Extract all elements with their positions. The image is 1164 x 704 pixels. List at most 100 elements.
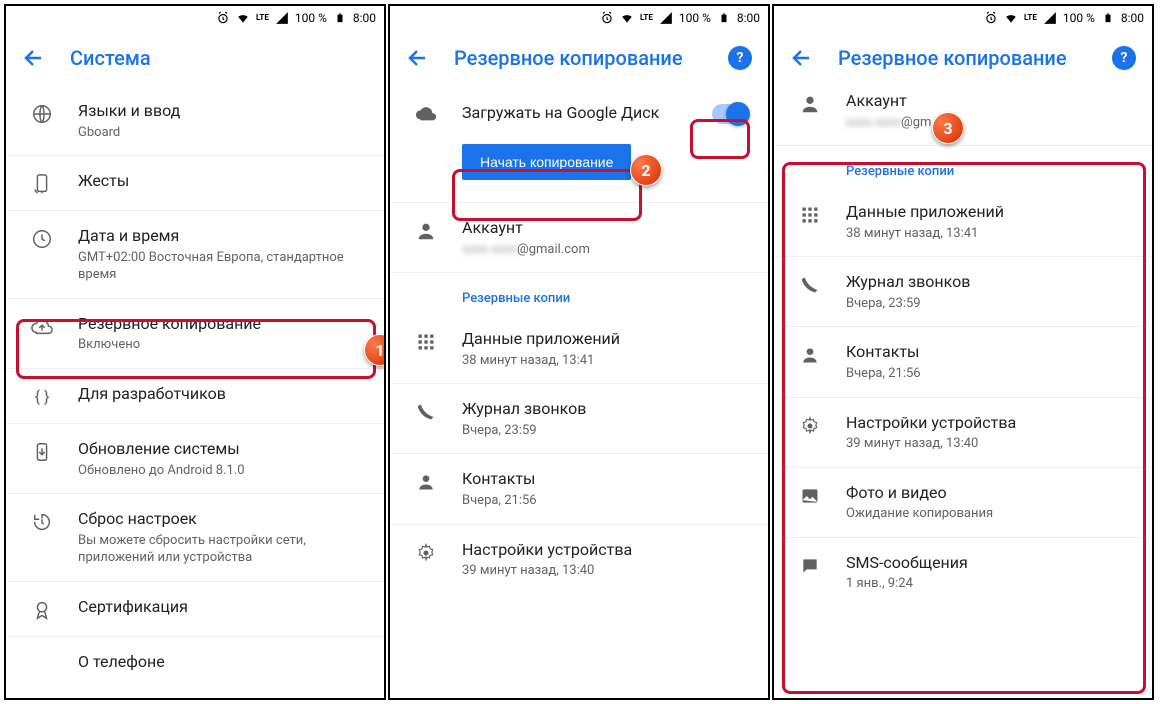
item-account[interactable]: Аккаунт xxxx.xxxx@gmail.com bbox=[390, 203, 768, 273]
item-device-settings[interactable]: Настройки устройства39 минут назад, 13:4… bbox=[390, 525, 768, 594]
gear-icon bbox=[798, 414, 822, 438]
status-time: 8:00 bbox=[1121, 11, 1144, 25]
network-lte: LTE bbox=[1024, 15, 1037, 21]
battery-percent: 100 % bbox=[295, 11, 327, 25]
signal-icon bbox=[275, 11, 289, 25]
start-backup-row: Начать копирование bbox=[390, 140, 768, 203]
item-certification[interactable]: Сертификация bbox=[6, 582, 384, 637]
app-bar: Резервное копирование ? bbox=[774, 30, 1152, 86]
alarm-icon bbox=[984, 11, 998, 25]
wifi-icon bbox=[620, 11, 634, 25]
backups-section-header: Резервные копии bbox=[774, 146, 1152, 187]
item-device-settings[interactable]: Настройки устройства39 минут назад, 13:4… bbox=[774, 398, 1152, 468]
item-system-update[interactable]: Обновление системы Обновлено до Android 8… bbox=[6, 424, 384, 494]
page-title: Резервное копирование bbox=[838, 46, 1088, 70]
item-contacts[interactable]: Контакты Вчера, 21:56 bbox=[774, 327, 1152, 397]
item-subtitle: 38 минут назад, 13:41 bbox=[462, 352, 752, 370]
signal-icon bbox=[1043, 11, 1057, 25]
item-about-phone[interactable]: О телефоне bbox=[6, 637, 384, 687]
status-time: 8:00 bbox=[737, 11, 760, 25]
item-title: SMS-сообщения bbox=[846, 552, 1136, 574]
item-title: Сброс настроек bbox=[78, 508, 368, 530]
award-icon bbox=[30, 598, 54, 622]
item-gestures[interactable]: Жесты bbox=[6, 156, 384, 211]
item-contacts[interactable]: КонтактыВчера, 21:56 bbox=[390, 454, 768, 524]
item-upload-toggle-row: Загружать на Google Диск bbox=[390, 86, 768, 140]
item-call-log[interactable]: Журнал звонков Вчера, 23:59 bbox=[390, 384, 768, 454]
item-backup[interactable]: Резервное копированиеВключено bbox=[6, 299, 384, 369]
account-label: Аккаунт bbox=[462, 217, 752, 239]
battery-icon bbox=[717, 11, 731, 25]
item-sms[interactable]: SMS-сообщения1 янв., 9:24 bbox=[774, 538, 1152, 607]
battery-icon bbox=[1101, 11, 1115, 25]
item-subtitle: 39 минут назад, 13:40 bbox=[462, 562, 752, 580]
system-update-icon bbox=[30, 440, 54, 464]
item-title: Языки и ввод bbox=[78, 100, 368, 122]
battery-percent: 100 % bbox=[679, 11, 711, 25]
cloud-upload-icon bbox=[30, 315, 54, 339]
alarm-icon bbox=[216, 11, 230, 25]
wifi-icon bbox=[1004, 11, 1018, 25]
item-app-data[interactable]: Данные приложений38 минут назад, 13:41 bbox=[390, 314, 768, 384]
restore-icon bbox=[30, 510, 54, 534]
upload-label: Загружать на Google Диск bbox=[462, 102, 712, 124]
item-call-log[interactable]: Журнал звонковВчера, 23:59 bbox=[774, 257, 1152, 327]
account-label: Аккаунт bbox=[846, 90, 1136, 112]
message-icon bbox=[798, 554, 822, 578]
item-subtitle: GMT+02:00 Восточная Европа, стандартное … bbox=[78, 249, 368, 284]
item-date-time[interactable]: Дата и времяGMT+02:00 Восточная Европа, … bbox=[6, 211, 384, 299]
help-icon[interactable]: ? bbox=[728, 46, 752, 70]
network-lte: LTE bbox=[256, 15, 269, 21]
image-icon bbox=[798, 484, 822, 508]
item-developer[interactable]: { } Для разработчиков bbox=[6, 369, 384, 424]
phone-screen-1: LTE 100 % 8:00 Система Языки и вводGboar… bbox=[4, 4, 386, 700]
item-subtitle: Gboard bbox=[78, 124, 368, 142]
item-title: Обновление системы bbox=[78, 438, 368, 460]
account-email: xxxx.xxxx@gm bbox=[846, 114, 1136, 132]
item-title: Настройки устройства bbox=[462, 539, 752, 561]
item-language-input[interactable]: Языки и ввод Gboard bbox=[6, 86, 384, 156]
page-title: Система bbox=[70, 46, 368, 70]
item-title: Журнал звонков bbox=[846, 271, 1136, 293]
back-arrow-icon[interactable] bbox=[22, 46, 46, 70]
battery-percent: 100 % bbox=[1063, 11, 1095, 25]
person-icon bbox=[414, 470, 438, 494]
cloud-icon bbox=[414, 102, 438, 126]
person-icon bbox=[798, 343, 822, 367]
item-reset[interactable]: Сброс настроекВы можете сбросить настрой… bbox=[6, 494, 384, 582]
battery-icon bbox=[333, 11, 347, 25]
item-title: Жесты bbox=[78, 170, 368, 192]
status-bar: LTE 100 % 8:00 bbox=[774, 6, 1152, 30]
item-title: Резервное копирование bbox=[78, 313, 368, 335]
alarm-icon bbox=[600, 11, 614, 25]
start-backup-button[interactable]: Начать копирование bbox=[462, 144, 631, 180]
item-title: Дата и время bbox=[78, 225, 368, 247]
item-title: Сертификация bbox=[78, 596, 368, 618]
gesture-icon bbox=[30, 172, 54, 196]
item-title: Настройки устройства bbox=[846, 412, 1136, 434]
item-app-data[interactable]: Данные приложений38 минут назад, 13:41 bbox=[774, 187, 1152, 257]
phone-screen-2: LTE 100 % 8:00 Резервное копирование ? З… bbox=[388, 4, 770, 700]
item-title: Журнал звонков bbox=[462, 398, 752, 420]
item-subtitle: 39 минут назад, 13:40 bbox=[846, 435, 1136, 453]
back-arrow-icon[interactable] bbox=[790, 46, 814, 70]
item-title: Контакты bbox=[846, 341, 1136, 363]
account-email: xxxx.xxxx@gmail.com bbox=[462, 241, 752, 259]
item-subtitle: Вы можете сбросить настройки сети, прило… bbox=[78, 532, 368, 567]
upload-toggle[interactable] bbox=[712, 104, 748, 124]
phone-screen-3: LTE 100 % 8:00 Резервное копирование ? А… bbox=[772, 4, 1154, 700]
item-photos-video[interactable]: Фото и видеоОжидание копирования bbox=[774, 468, 1152, 538]
item-subtitle: 38 минут назад, 13:41 bbox=[846, 225, 1136, 243]
backups-section-header: Резервные копии bbox=[390, 273, 768, 314]
phone-icon bbox=[798, 273, 822, 297]
app-bar: Система bbox=[6, 30, 384, 86]
item-subtitle: 1 янв., 9:24 bbox=[846, 575, 1136, 593]
item-subtitle: Вчера, 21:56 bbox=[846, 365, 1136, 383]
back-arrow-icon[interactable] bbox=[406, 46, 430, 70]
phone-icon bbox=[414, 400, 438, 424]
item-subtitle: Обновлено до Android 8.1.0 bbox=[78, 462, 368, 480]
item-account[interactable]: Аккаунт xxxx.xxxx@gm bbox=[774, 86, 1152, 146]
help-icon[interactable]: ? bbox=[1112, 46, 1136, 70]
item-subtitle: Вчера, 23:59 bbox=[462, 422, 752, 440]
person-icon bbox=[414, 219, 438, 243]
